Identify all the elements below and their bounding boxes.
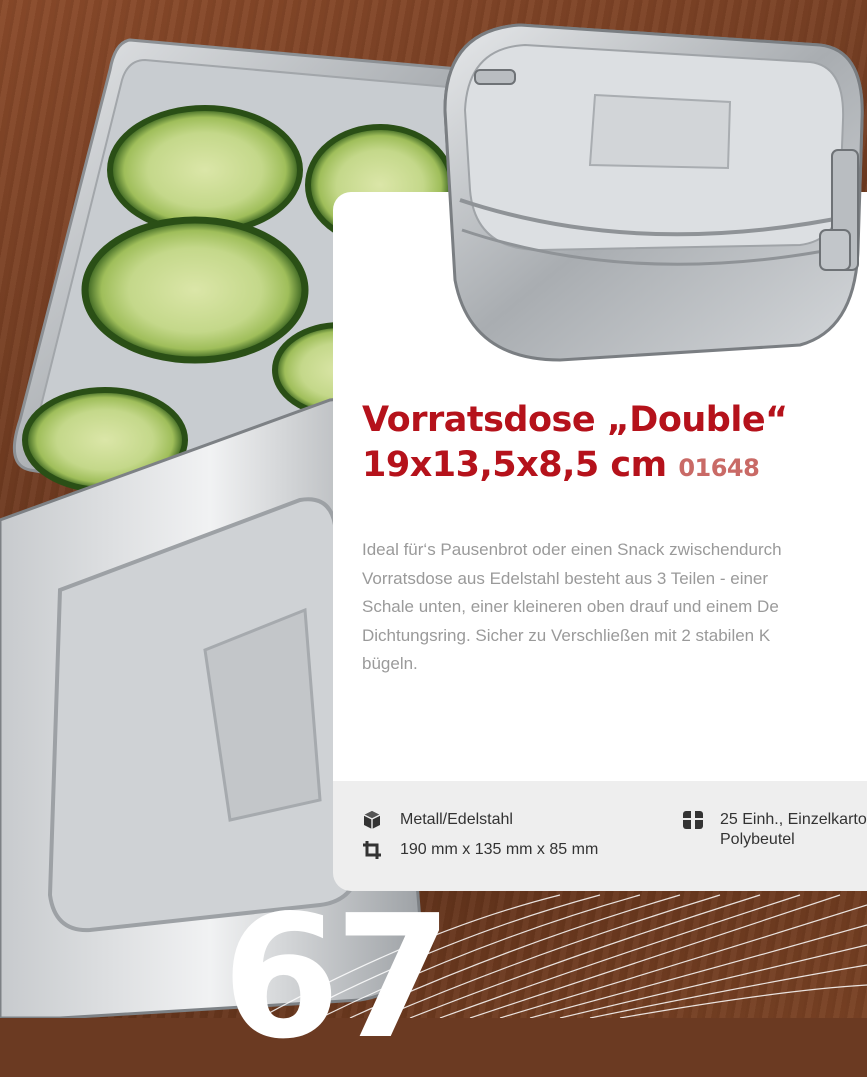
description-line: Dichtungsring. Sicher zu Verschließen mi… bbox=[362, 625, 771, 645]
description-line: Schale unten, einer kleineren oben drauf… bbox=[362, 597, 779, 616]
crop-dimensions-icon bbox=[363, 841, 381, 859]
description-line: Ideal für‘s Pausenbrot oder einen Snack … bbox=[362, 540, 782, 559]
spec-dimensions: 190 mm x 135 mm x 85 mm bbox=[362, 840, 662, 862]
material-cube-icon bbox=[363, 811, 381, 829]
spec-packaging: 25 Einh., Einzelkarton Polybeutel bbox=[682, 810, 867, 856]
spec-packaging-line1: 25 Einh., Einzelkarton bbox=[720, 811, 867, 828]
title-line-2: 19x13,5x8,5 cm bbox=[362, 445, 667, 485]
spec-material-text: Metall/Edelstahl bbox=[400, 811, 513, 828]
spec-material: Metall/Edelstahl bbox=[362, 810, 662, 832]
spec-packaging-line2: Polybeutel bbox=[720, 831, 795, 848]
description-line: bügeln. bbox=[362, 654, 418, 673]
title-line-1: Vorratsdose „Double“ bbox=[362, 400, 788, 440]
package-box-icon bbox=[683, 811, 703, 829]
lunch-box-overlay bbox=[443, 23, 864, 362]
product-description: Ideal für‘s Pausenbrot oder einen Snack … bbox=[362, 536, 867, 679]
description-line: Vorratsdose aus Edelstahl besteht aus 3 … bbox=[362, 568, 769, 588]
spec-dimensions-text: 190 mm x 135 mm x 85 mm bbox=[400, 841, 599, 858]
product-title: Vorratsdose „Double“ 19x13,5x8,5 cm 0164… bbox=[362, 398, 867, 491]
item-number: 01648 bbox=[678, 454, 760, 482]
page-number: 67 bbox=[222, 879, 453, 1077]
